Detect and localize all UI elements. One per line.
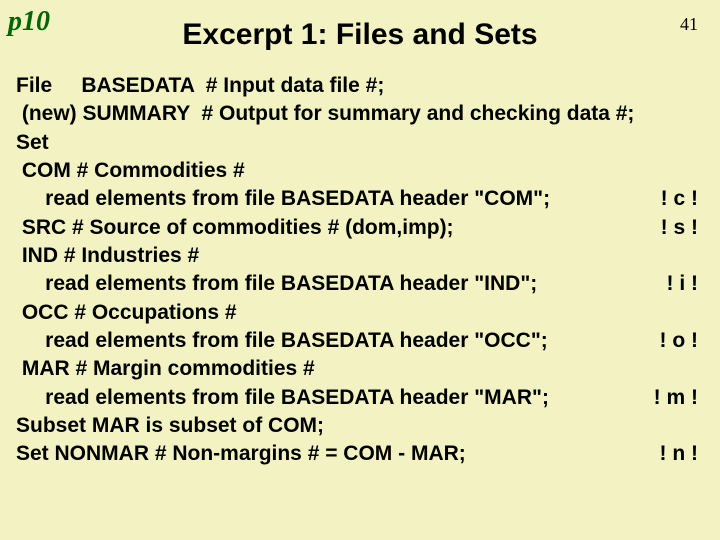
slide-title: Excerpt 1: Files and Sets — [0, 18, 720, 52]
code-text: SRC # Source of commodities # (dom,imp); — [16, 214, 454, 242]
code-line: Set — [16, 129, 704, 157]
index-marker: ! m ! — [654, 384, 704, 412]
code-text: read elements from file BASEDATA header … — [16, 384, 549, 412]
code-line: Set NONMAR # Non-margins # = COM - MAR; … — [16, 440, 704, 468]
code-text: read elements from file BASEDATA header … — [16, 327, 548, 355]
code-text: read elements from file BASEDATA header … — [16, 185, 550, 213]
code-line: read elements from file BASEDATA header … — [16, 327, 704, 355]
index-marker: ! i ! — [667, 270, 705, 298]
index-marker: ! c ! — [661, 185, 704, 213]
code-listing: File BASEDATA # Input data file #; (new)… — [16, 72, 704, 469]
code-line: read elements from file BASEDATA header … — [16, 185, 704, 213]
code-line: IND # Industries # — [16, 242, 704, 270]
index-marker: ! s ! — [661, 214, 704, 242]
code-line: (new) SUMMARY # Output for summary and c… — [16, 100, 704, 128]
code-text: read elements from file BASEDATA header … — [16, 270, 537, 298]
code-line: Subset MAR is subset of COM; — [16, 412, 704, 440]
code-text: Set NONMAR # Non-margins # = COM - MAR; — [16, 440, 466, 468]
code-line: COM # Commodities # — [16, 157, 704, 185]
code-line: read elements from file BASEDATA header … — [16, 270, 704, 298]
code-line: OCC # Occupations # — [16, 299, 704, 327]
code-line: read elements from file BASEDATA header … — [16, 384, 704, 412]
code-line: MAR # Margin commodities # — [16, 355, 704, 383]
index-marker: ! n ! — [660, 440, 704, 468]
code-line: File BASEDATA # Input data file #; — [16, 72, 704, 100]
index-marker: ! o ! — [660, 327, 704, 355]
code-line: SRC # Source of commodities # (dom,imp);… — [16, 214, 704, 242]
